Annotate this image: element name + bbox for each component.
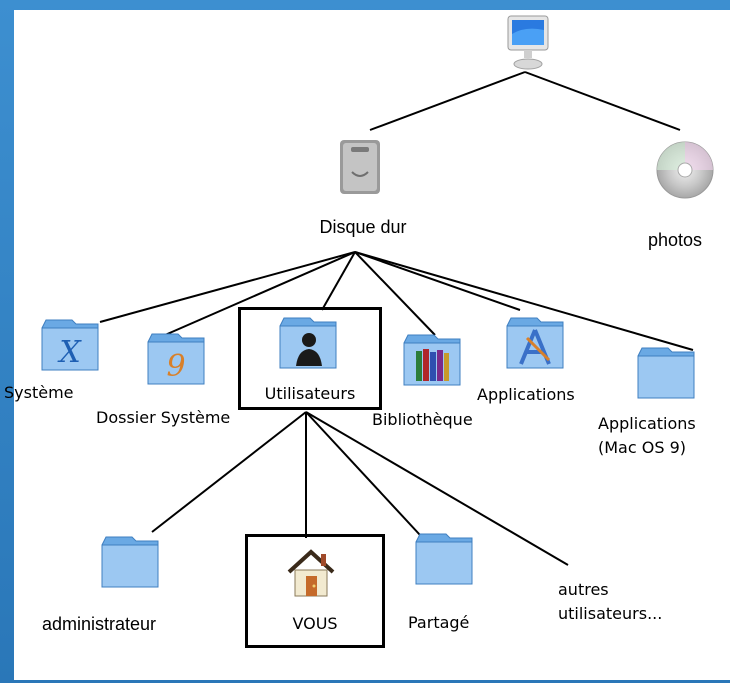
computer-icon: [507, 15, 549, 70]
folder-x-icon: X: [41, 319, 99, 371]
utilisateurs-folder[interactable]: [278, 316, 340, 376]
dossier-systeme-label: Dossier Système: [96, 408, 231, 427]
svg-text:X: X: [57, 335, 82, 370]
folder-icon: [637, 347, 695, 399]
autres-label-line2: utilisateurs...: [558, 604, 663, 623]
vous-label: VOUS: [292, 614, 338, 633]
folder-library-icon: [403, 334, 461, 386]
photos-label: photos: [648, 230, 703, 250]
folder-applications-icon: [506, 317, 564, 369]
dossier-systeme-folder[interactable]: 9: [146, 332, 208, 392]
utilisateurs-label: Utilisateurs: [264, 384, 356, 403]
edge-users-admin: [151, 411, 307, 533]
vous-home[interactable]: [285, 546, 337, 602]
computer-node[interactable]: [505, 14, 551, 76]
applications-os9-label-line2: (Mac OS 9): [598, 438, 686, 457]
bibliotheque-label: Bibliothèque: [372, 410, 473, 429]
applications-folder[interactable]: [505, 316, 567, 376]
partage-folder[interactable]: [414, 532, 476, 592]
svg-text:9: 9: [166, 349, 185, 384]
edge-computer-disk: [369, 71, 526, 131]
applications-os9-folder[interactable]: [636, 346, 698, 406]
edge-disk-applications: [354, 251, 521, 311]
systeme-label: Système: [4, 383, 74, 402]
administrateur-label: administrateur: [42, 614, 157, 634]
home-icon: [287, 549, 335, 597]
diagram-frame: Disque dur photos X Système 9 Dossier Sy…: [0, 0, 730, 683]
cd-disc-icon: [656, 141, 714, 199]
autres-label-line1: autres: [558, 580, 609, 599]
edge-users-partage: [305, 411, 421, 536]
folder-icon: [415, 533, 473, 585]
folder-user-icon: [279, 317, 337, 369]
bibliotheque-folder[interactable]: [402, 333, 464, 393]
disk-label: Disque dur: [319, 217, 407, 237]
systeme-folder[interactable]: X: [40, 318, 102, 378]
hard-disk-icon: [340, 140, 380, 194]
hard-disk-node[interactable]: [336, 138, 384, 202]
partage-label: Partagé: [408, 613, 470, 632]
applications-label: Applications: [477, 385, 575, 404]
applications-os9-label-line1: Applications: [598, 414, 696, 433]
administrateur-folder[interactable]: [100, 535, 162, 595]
folder-icon: [101, 536, 159, 588]
folder-9-icon: 9: [147, 333, 205, 385]
edge-computer-photos: [524, 71, 681, 131]
photos-node[interactable]: [655, 140, 715, 204]
